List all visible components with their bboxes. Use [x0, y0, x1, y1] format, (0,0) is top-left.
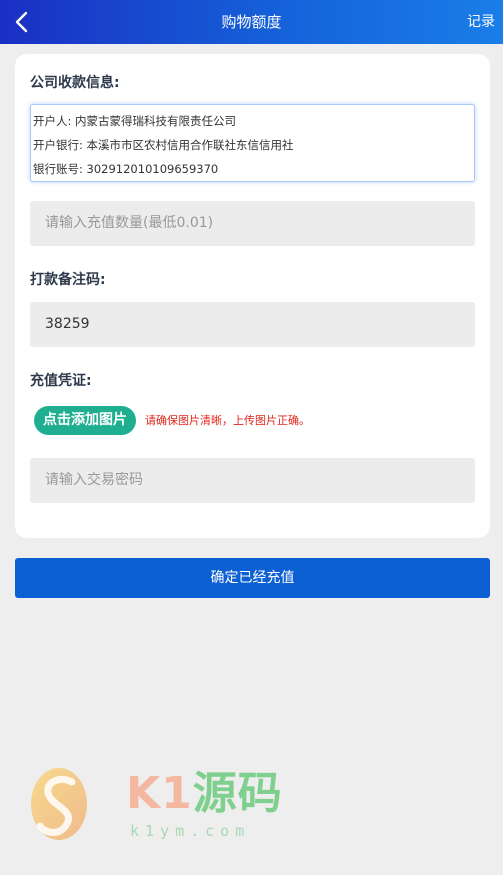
page-title: 购物额度	[221, 13, 282, 31]
chevron-left-icon	[15, 11, 28, 33]
remark-code-label: 打款备注码:	[30, 272, 106, 288]
recharge-amount-input[interactable]: 请输入充值数量(最低0.01)	[30, 201, 475, 246]
page: 购物额度 记录 公司收款信息: 开户人: 内蒙古蒙得瑞科技有限责任公司 开户银行…	[0, 0, 503, 875]
k1-logo-icon	[31, 768, 87, 840]
recharge-amount-placeholder: 请输入充值数量(最低0.01)	[45, 215, 214, 231]
company-info-label: 公司收款信息:	[30, 75, 120, 91]
bank-name-line: 开户银行: 本溪市市区农村信用合作联社东信信用社	[33, 138, 294, 152]
watermark: K1源码 k1ym.com	[28, 762, 282, 852]
trade-password-input[interactable]: 请输入交易密码	[30, 458, 475, 503]
company-info-box: 开户人: 内蒙古蒙得瑞科技有限责任公司 开户银行: 本溪市市区农村信用合作联社东…	[30, 104, 475, 182]
back-button[interactable]	[6, 6, 38, 38]
voucher-label: 充值凭证:	[30, 373, 92, 389]
trade-password-placeholder: 请输入交易密码	[45, 472, 143, 488]
watermark-brand-k1: K1	[126, 768, 193, 819]
recharge-form-card: 公司收款信息: 开户人: 内蒙古蒙得瑞科技有限责任公司 开户银行: 本溪市市区农…	[15, 54, 490, 538]
watermark-url: k1ym.com	[130, 822, 251, 840]
bank-account-line: 银行账号: 302912010109659370	[33, 162, 219, 176]
confirm-recharged-button[interactable]: 确定已经充值	[15, 558, 490, 598]
remark-code-field[interactable]: 38259	[30, 302, 475, 347]
watermark-brand-cn: 源码	[192, 768, 283, 819]
top-bar: 购物额度 记录	[0, 0, 503, 44]
add-image-button[interactable]: 点击添加图片	[34, 406, 136, 435]
record-link[interactable]: 记录	[467, 0, 495, 44]
remark-code-value: 38259	[45, 316, 90, 332]
upload-tip: 请确保图片清晰，上传图片正确。	[145, 414, 310, 427]
watermark-brand: K1源码	[126, 762, 283, 826]
account-holder-line: 开户人: 内蒙古蒙得瑞科技有限责任公司	[33, 114, 237, 128]
